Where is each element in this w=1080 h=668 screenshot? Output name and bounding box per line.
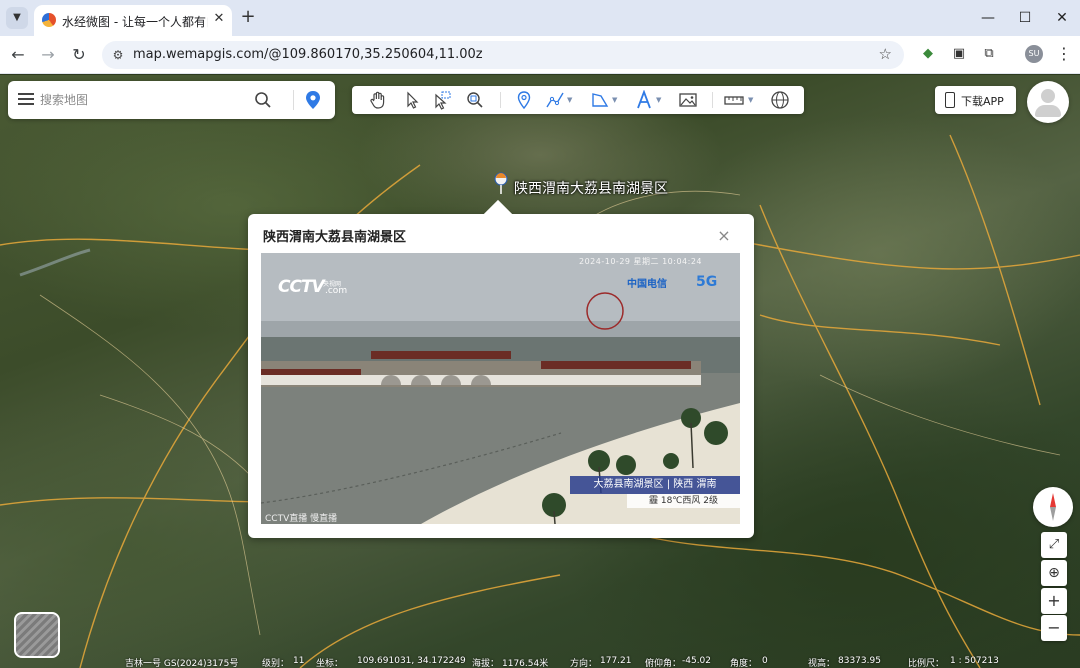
measure-dropdown-icon[interactable]: ▼ — [748, 97, 754, 104]
imagery-attribution: 吉林一号 GS(2024)3175号 — [125, 659, 239, 668]
pointer-icon[interactable] — [402, 90, 422, 110]
cctv-logo: CCTV — [278, 277, 325, 297]
tab-search-button[interactable]: ▼ — [6, 7, 28, 29]
browser-tab-bar: ▼ 水经微图 - 让每一个人都有自己 ✕ + — ☐ ✕ — [0, 0, 1080, 36]
map-status-bar: 吉林一号 GS(2024)3175号 级别： 11 坐标： 109.691031… — [0, 656, 1080, 668]
view-altitude-label: 视高： — [808, 659, 836, 668]
polyline-dropdown-icon[interactable]: ▼ — [567, 97, 573, 104]
place-marker-icon[interactable] — [494, 172, 508, 194]
video-weather-caption: 霾 18℃西风 2级 — [627, 494, 740, 508]
window-close-icon[interactable]: ✕ — [1052, 8, 1072, 28]
place-popup: 陕西渭南大荔县南湖景区 × CCTV 央视网 .com 2024-10-29 星… — [248, 199, 754, 538]
tool-divider — [712, 92, 713, 108]
pitch-label: 俯仰角： — [645, 659, 682, 668]
image-icon[interactable] — [678, 90, 698, 110]
site-info-icon[interactable]: ⚙ — [110, 47, 126, 63]
extensions-puzzle-icon[interactable]: ⧉ — [980, 45, 998, 63]
browser-toolbar: ← → ↻ ⚙ map.wemapgis.com/@109.860170,35.… — [0, 36, 1080, 74]
polygon-icon[interactable] — [590, 90, 610, 110]
hamburger-menu-icon[interactable] — [18, 93, 34, 107]
extension-reader-icon[interactable]: ▣ — [950, 45, 968, 63]
coordinate-value: 109.691031, 34.172249 — [357, 656, 466, 666]
search-divider — [293, 90, 294, 110]
user-head-icon — [1041, 89, 1055, 103]
extension-globe-icon[interactable]: ◆ — [919, 45, 937, 63]
cctv-domain: .com — [325, 286, 348, 296]
map-search-box — [8, 81, 335, 119]
polygon-dropdown-icon[interactable]: ▼ — [612, 97, 618, 104]
video-timestamp: 2024-10-29 星期二 10:04:24 — [579, 257, 703, 266]
reload-icon[interactable]: ↻ — [69, 45, 89, 65]
user-body-icon — [1035, 105, 1061, 117]
zoom-in-button[interactable]: + — [1041, 588, 1067, 614]
marker-icon[interactable] — [514, 90, 534, 110]
tool-divider — [500, 92, 501, 108]
text-icon[interactable] — [634, 89, 654, 110]
my-location-icon[interactable]: ⊕ — [1041, 560, 1067, 586]
popup-title: 陕西渭南大荔县南湖景区 — [263, 230, 407, 245]
tab-close-icon[interactable]: ✕ — [211, 11, 227, 27]
scale-value: 1 : 507213 — [950, 656, 999, 666]
5g-badge: 5G — [696, 274, 718, 290]
maximize-icon[interactable]: ☐ — [1015, 8, 1035, 28]
video-channel-watermark: CCTV直播 慢直播 — [265, 514, 338, 524]
basemap-layer-switch[interactable] — [14, 612, 60, 658]
polyline-icon[interactable] — [545, 90, 565, 110]
map-search-input[interactable] — [40, 90, 250, 110]
hand-pan-icon[interactable] — [368, 90, 388, 110]
heading-value: 177.21 — [600, 656, 632, 666]
china-telecom-logo: 中国电信 — [627, 279, 667, 290]
place-label[interactable]: 陕西渭南大荔县南湖景区 — [514, 178, 668, 198]
roll-value: 0 — [762, 656, 768, 666]
back-icon[interactable]: ← — [8, 45, 28, 65]
popup-close-icon[interactable]: × — [716, 228, 732, 244]
minimize-icon[interactable]: — — [978, 8, 998, 28]
search-icon[interactable] — [254, 91, 272, 109]
address-bar[interactable]: ⚙ map.wemapgis.com/@109.860170,35.250604… — [102, 41, 904, 69]
view-altitude-value: 83373.95 — [838, 656, 881, 666]
phone-icon — [945, 92, 955, 108]
bookmark-star-icon[interactable]: ☆ — [879, 45, 892, 63]
pitch-value: -45.02 — [682, 656, 712, 666]
download-app-button[interactable]: 下载APP — [935, 86, 1016, 114]
compass-icon[interactable] — [1033, 487, 1073, 527]
globe-icon[interactable] — [770, 90, 790, 110]
forward-icon[interactable]: → — [38, 45, 58, 65]
heading-label: 方向： — [570, 659, 598, 668]
elevation-label: 海拔： — [472, 659, 500, 668]
location-pin-icon[interactable] — [304, 90, 322, 110]
zoom-search-icon[interactable] — [465, 90, 485, 110]
fullscreen-icon[interactable]: ⤢ — [1041, 532, 1067, 558]
live-video-player[interactable]: CCTV 央视网 .com 2024-10-29 星期二 10:04:24 中国… — [261, 253, 740, 524]
map-tool-strip: ▼ ▼ ▼ ▼ — [352, 86, 804, 114]
zoom-level-label: 级别： — [262, 659, 290, 668]
text-dropdown-icon[interactable]: ▼ — [656, 97, 662, 104]
elevation-value: 1176.54米 — [502, 659, 549, 668]
new-tab-button[interactable]: + — [238, 7, 258, 27]
site-favicon-icon — [42, 13, 56, 27]
measure-ruler-icon[interactable] — [724, 90, 744, 110]
zoom-level-value: 11 — [293, 656, 305, 666]
user-avatar[interactable] — [1027, 81, 1069, 123]
zoom-out-button[interactable]: − — [1041, 615, 1067, 641]
tab-title: 水经微图 - 让每一个人都有自己 — [62, 15, 208, 29]
video-location-caption: 大荔县南湖景区 | 陕西 渭南 — [570, 476, 740, 494]
coordinate-label: 坐标： — [316, 659, 344, 668]
profile-avatar[interactable]: SU — [1025, 45, 1043, 63]
scale-label: 比例尺： — [908, 659, 945, 668]
select-area-icon[interactable] — [432, 90, 452, 110]
download-app-label: 下载APP — [961, 95, 1004, 108]
browser-tab[interactable]: 水经微图 - 让每一个人都有自己 ✕ — [34, 5, 232, 36]
url-text[interactable]: map.wemapgis.com/@109.860170,35.250604,1… — [133, 47, 483, 62]
roll-label: 角度： — [730, 659, 758, 668]
browser-menu-icon[interactable]: ⋮ — [1055, 45, 1073, 63]
